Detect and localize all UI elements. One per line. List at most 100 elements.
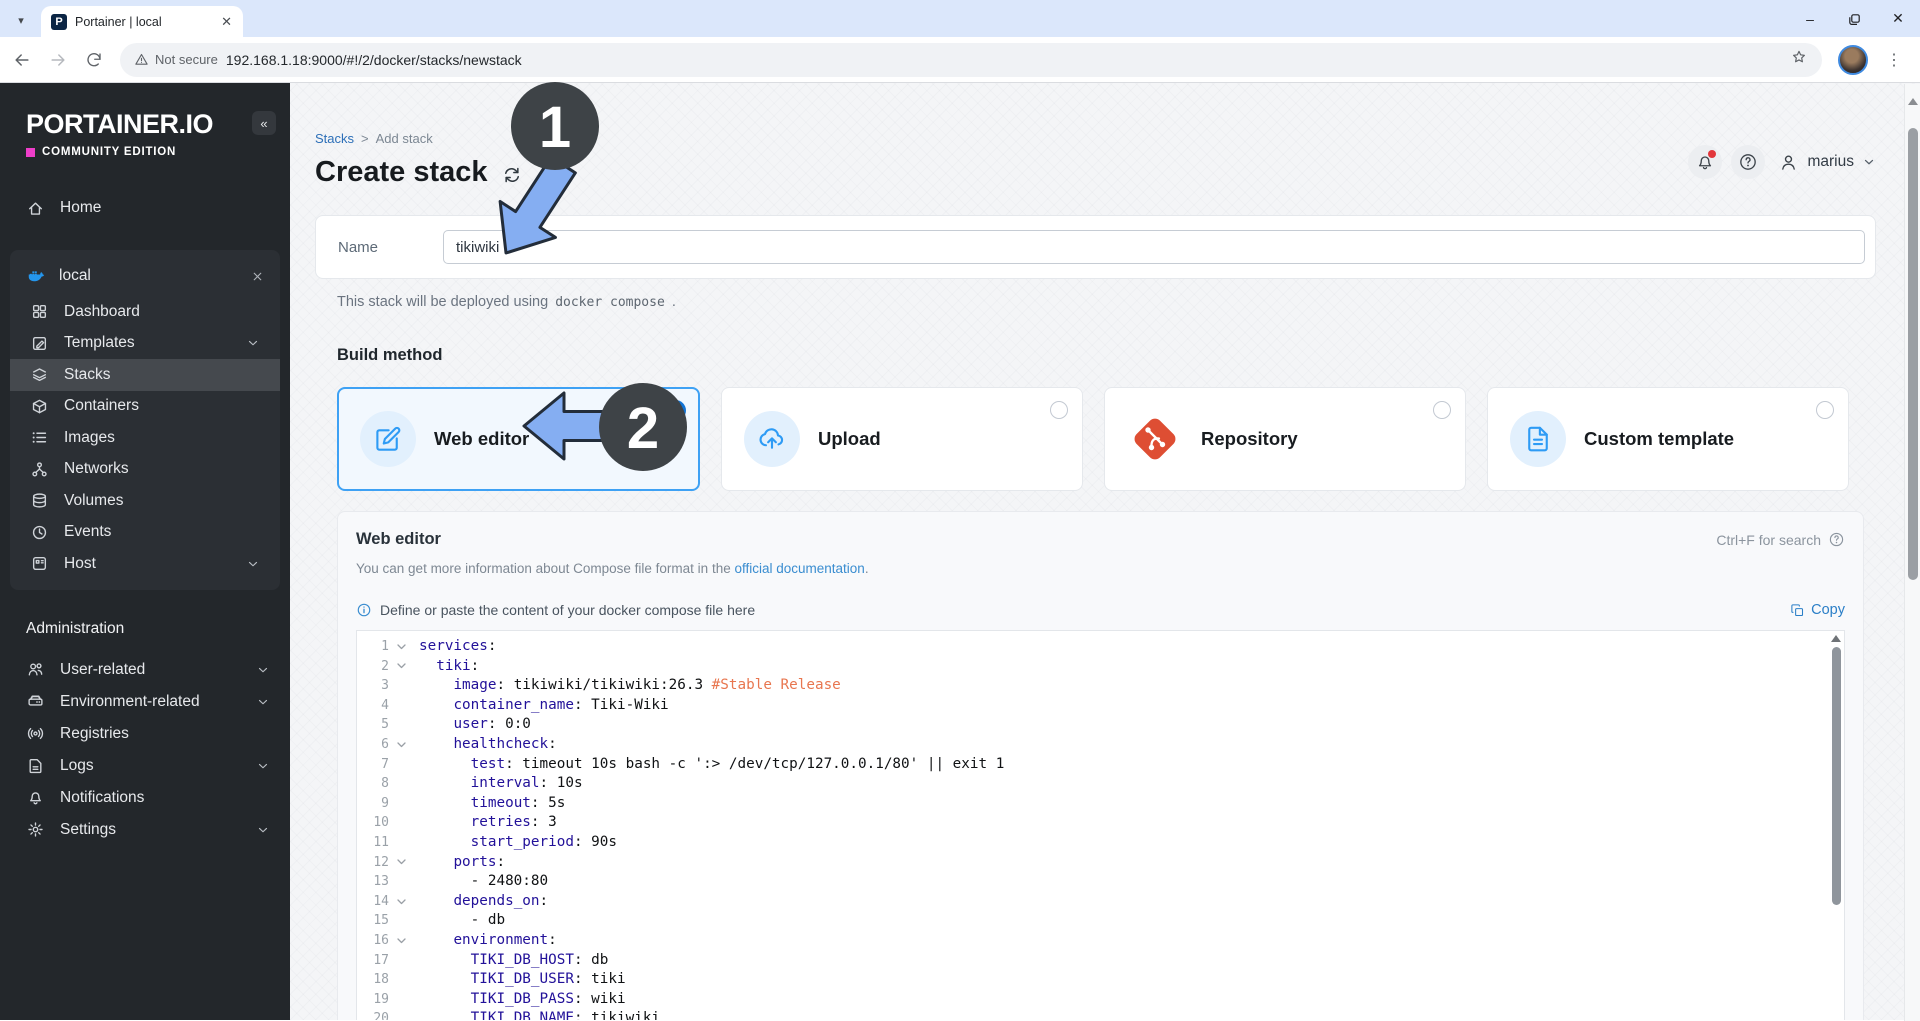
sidebar-item-stacks[interactable]: Stacks (10, 359, 280, 391)
code-line: 8 interval: 10s (357, 774, 1844, 794)
radio-unselected[interactable] (1050, 401, 1068, 419)
sidebar-item-environment-related[interactable]: Environment-related (0, 686, 290, 718)
page-scrollbar-thumb[interactable] (1908, 128, 1918, 580)
stack-name-card: Name (315, 215, 1876, 279)
official-documentation-link[interactable]: official documentation (734, 561, 864, 576)
window-minimize-button[interactable]: – (1788, 11, 1832, 27)
code-line: 10 retries: 3 (357, 813, 1844, 833)
code-line: 13 - 2480:80 (357, 872, 1844, 892)
line-number: 19 (373, 991, 389, 1007)
sidebar-item-logs[interactable]: Logs (0, 750, 290, 782)
environment-close-icon[interactable] (251, 270, 264, 283)
sidebar-item-notifications[interactable]: Notifications (0, 782, 290, 814)
browser-menu-icon[interactable]: ⋮ (1878, 50, 1910, 70)
sidebar-item-templates[interactable]: Templates (10, 328, 280, 360)
editor-scroll-up-icon[interactable] (1831, 635, 1841, 642)
notifications-bell-button[interactable] (1688, 145, 1723, 179)
sidebar-item-home[interactable]: Home (0, 192, 290, 224)
fold-arrow-icon[interactable] (393, 938, 409, 944)
sidebar-collapse-button[interactable]: « (252, 111, 276, 135)
url-bar[interactable]: Not secure 192.168.1.18:9000/#!/2/docker… (120, 42, 1822, 77)
fold-arrow-icon[interactable] (393, 663, 409, 669)
sidebar-item-registries[interactable]: Registries (0, 718, 290, 750)
line-number: 9 (381, 795, 389, 811)
fold-arrow-icon[interactable] (393, 898, 409, 905)
question-circle-icon[interactable] (1828, 531, 1845, 548)
build-method-option-web-editor[interactable]: Web editor (337, 387, 700, 491)
breadcrumb-stacks-link[interactable]: Stacks (315, 131, 354, 146)
radio-unselected[interactable] (1816, 401, 1834, 419)
stack-name-input[interactable] (443, 230, 1865, 264)
chevron-down-icon (256, 759, 270, 773)
compose-code-editor[interactable]: 1 services: 2 tiki: 3 image: tikiwiki/tikiw… (356, 630, 1845, 1020)
sidebar-item-label: Home (60, 199, 102, 216)
browser-tab[interactable]: P Portainer | local ✕ (41, 6, 243, 37)
sidebar-item-images[interactable]: Images (10, 422, 280, 454)
custom-template-icon (1510, 411, 1566, 467)
build-method-option-custom-template[interactable]: Custom template (1487, 387, 1849, 491)
sidebar-item-label: Registries (60, 724, 129, 742)
help-button[interactable] (1731, 145, 1766, 179)
sidebar-item-settings[interactable]: Settings (0, 814, 290, 846)
line-number: 7 (381, 756, 389, 772)
deploy-note: This stack will be deployed using docker… (337, 294, 676, 310)
sidebar-item-label: Dashboard (64, 302, 140, 320)
sidebar: PORTAINER.IO COMMUNITY EDITION « Home lo… (0, 83, 290, 1020)
user-icon (1778, 152, 1799, 173)
window-restore-button[interactable] (1832, 11, 1876, 27)
fold-arrow-icon[interactable] (393, 742, 409, 748)
browser-profile-avatar[interactable] (1838, 44, 1868, 75)
web-editor-panel: Web editor Ctrl+F for search You can get… (337, 511, 1864, 1020)
forward-button[interactable] (42, 44, 74, 76)
build-method-option-repository[interactable]: Repository (1104, 387, 1466, 491)
line-number: 3 (381, 678, 389, 694)
window-close-button[interactable]: ✕ (1876, 10, 1920, 27)
sidebar-item-host[interactable]: Host (10, 548, 280, 580)
line-number: 4 (381, 697, 389, 713)
web-editor-icon (360, 411, 416, 467)
sidebar-item-label: Notifications (60, 788, 145, 806)
chevron-down-icon (246, 336, 260, 350)
sidebar-item-containers[interactable]: Containers (10, 391, 280, 423)
fold-arrow-icon[interactable] (393, 859, 409, 865)
tab-close-icon[interactable]: ✕ (218, 14, 235, 30)
sidebar-item-events[interactable]: Events (10, 517, 280, 549)
line-number: 14 (373, 893, 389, 909)
code-line: 20 TIKI_DB_NAME: tikiwiki (357, 1009, 1844, 1020)
line-number: 1 (381, 639, 389, 654)
user-menu[interactable]: marius (1778, 152, 1876, 173)
reload-button[interactable] (78, 44, 110, 76)
search-hint: Ctrl+F for search (1716, 531, 1845, 548)
line-number: 20 (373, 1011, 389, 1020)
bookmark-star-icon[interactable] (1790, 48, 1808, 71)
editor-scrollbar-thumb[interactable] (1832, 647, 1841, 905)
copy-button[interactable]: Copy (1790, 602, 1845, 618)
sidebar-item-volumes[interactable]: Volumes (10, 485, 280, 517)
page-scrollbar[interactable] (1904, 84, 1920, 1021)
code-line: 4 container_name: Tiki-Wiki (357, 696, 1844, 716)
line-number: 16 (373, 932, 389, 948)
line-number: 13 (373, 874, 389, 890)
chevron-down-icon (256, 695, 270, 709)
scrollbar-up-icon[interactable] (1908, 98, 1918, 105)
sidebar-item-user-related[interactable]: User-related (0, 654, 290, 686)
line-number: 2 (381, 658, 389, 674)
line-number: 15 (373, 913, 389, 929)
code-line: 15 - db (357, 911, 1844, 931)
git-icon (1127, 411, 1183, 467)
sidebar-item-networks[interactable]: Networks (10, 454, 280, 486)
not-secure-badge[interactable]: Not secure (134, 52, 218, 67)
containers-icon (30, 398, 48, 415)
chevron-down-icon (1862, 155, 1876, 169)
code-line: 1 services: (357, 637, 1844, 657)
tab-search-button[interactable]: ▾ (8, 7, 34, 33)
volumes-icon (30, 492, 48, 509)
radio-unselected[interactable] (1433, 401, 1451, 419)
sidebar-item-label: Templates (64, 334, 135, 352)
build-method-option-upload[interactable]: Upload (721, 387, 1083, 491)
back-button[interactable] (6, 44, 38, 76)
fold-arrow-icon[interactable] (393, 644, 409, 650)
refresh-icon[interactable] (502, 165, 522, 185)
environment-header[interactable]: local (10, 256, 280, 296)
sidebar-item-dashboard[interactable]: Dashboard (10, 296, 280, 328)
